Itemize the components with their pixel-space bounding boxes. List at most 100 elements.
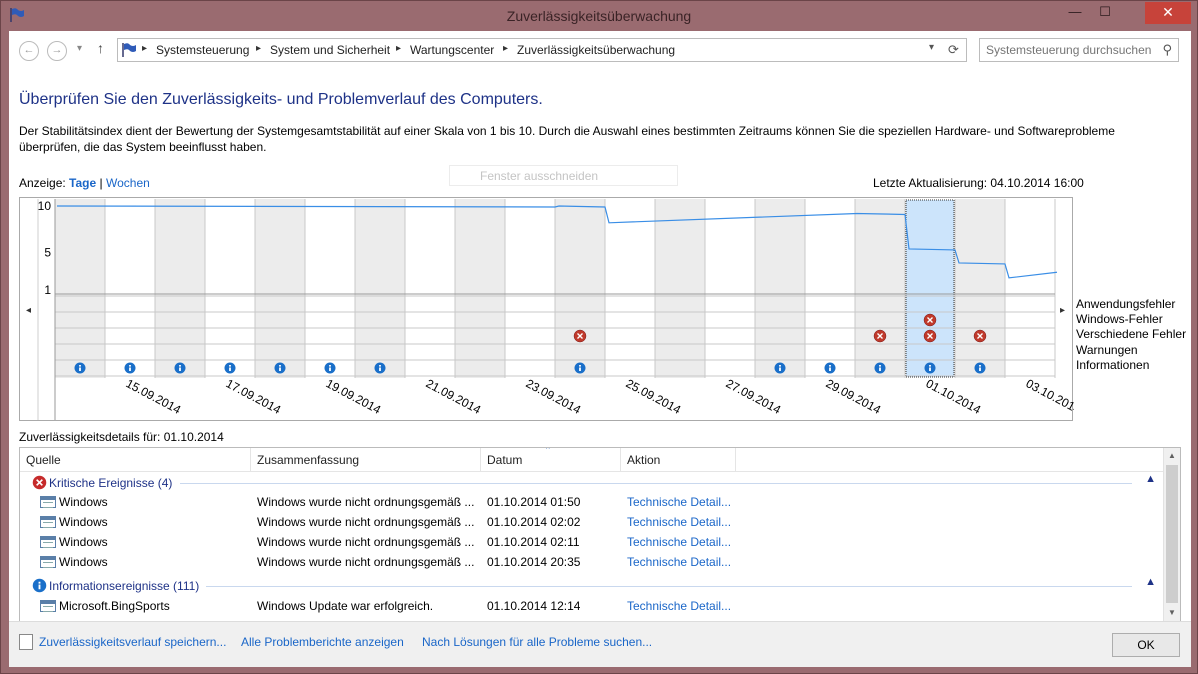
cell-source: Windows	[59, 515, 108, 529]
breadcrumb-separator-icon: ▸	[503, 43, 509, 54]
breadcrumb-zuverlaessigkeitsueberwachung[interactable]: Zuverlässigkeitsüberwachung	[517, 43, 675, 57]
close-button[interactable]: ✕	[1145, 2, 1191, 24]
cell-summary: Windows wurde nicht ordnungsgemäß ...	[257, 555, 475, 569]
window: Zuverlässigkeitsüberwachung — ☐ ✕ ← → ▾ …	[0, 0, 1198, 674]
day-column-shade	[255, 199, 305, 378]
stability-chart-svg[interactable]: 10 5 1 ◂ ▸ 15.09.2014 17.09.2014 19.09.2014 21.0…	[20, 198, 1074, 422]
event-log-icon	[40, 556, 56, 568]
y-tick-label: 10	[38, 199, 52, 213]
cell-summary: Windows wurde nicht ordnungsgemäß ...	[257, 495, 475, 509]
table-row[interactable]: Windows Windows wurde nicht ordnungsgemä…	[20, 552, 1164, 572]
technical-details-link[interactable]: Technische Detail...	[627, 555, 731, 569]
day-column-shade	[455, 199, 505, 378]
breadcrumb-system-und-sicherheit[interactable]: System und Sicherheit	[270, 43, 390, 57]
cell-date: 01.10.2014 02:02	[487, 515, 581, 529]
column-header-summary[interactable]: Zusammenfassung	[257, 453, 359, 467]
view-days-link[interactable]: Tage	[69, 176, 96, 190]
scroll-right-icon[interactable]: ▸	[1060, 305, 1065, 316]
find-solutions-link[interactable]: Nach Lösungen für alle Probleme suchen..…	[422, 635, 652, 649]
day-column-shade	[755, 199, 805, 378]
group-critical-events[interactable]: Kritische Ereignisse (4) ▲	[20, 472, 1164, 494]
navigation-bar: ← → ▾ ↑ ▸ Systemsteuerung ▸ System und S…	[9, 31, 1191, 69]
up-button[interactable]: ↑	[97, 40, 104, 56]
info-event-icon-stem	[329, 367, 331, 371]
view-weeks-link[interactable]: Wochen	[106, 176, 150, 190]
address-bar[interactable]: ▸ Systemsteuerung ▸ System und Sicherhei…	[117, 38, 967, 62]
day-column-shade	[955, 199, 1005, 378]
client-area: ← → ▾ ↑ ▸ Systemsteuerung ▸ System und S…	[9, 31, 1191, 667]
group-information-events[interactable]: Informationsereignisse (111) ▲	[20, 575, 1164, 597]
info-icon	[32, 578, 47, 593]
cell-date: 01.10.2014 12:14	[487, 599, 581, 613]
info-event-icon-stem	[929, 367, 931, 371]
error-icon	[32, 475, 47, 490]
back-button[interactable]: ←	[19, 41, 39, 61]
table-row[interactable]: Windows Windows wurde nicht ordnungsgemä…	[20, 512, 1164, 532]
info-event-icon-stem	[79, 367, 81, 371]
breadcrumb-wartungscenter[interactable]: Wartungscenter	[410, 43, 494, 57]
legend-misc-failures: Verschiedene Fehler	[1076, 327, 1187, 342]
y-tick-label: 5	[44, 246, 51, 260]
day-column-shade	[355, 199, 405, 378]
table-row[interactable]: Windows Windows wurde nicht ordnungsgemä…	[20, 532, 1164, 552]
column-header-source[interactable]: Quelle	[26, 453, 61, 467]
info-event-icon-dot	[329, 365, 331, 367]
all-reports-link[interactable]: Alle Problemberichte anzeigen	[241, 635, 404, 649]
address-dropdown-icon[interactable]: ▾	[929, 42, 934, 53]
column-header-action[interactable]: Aktion	[627, 453, 660, 467]
info-event-icon-dot	[179, 365, 181, 367]
collapse-chevron-icon[interactable]: ▲	[1145, 576, 1156, 588]
search-box[interactable]: ⚲	[979, 38, 1179, 62]
technical-details-link[interactable]: Technische Detail...	[627, 535, 731, 549]
details-table: ^ Quelle Zusammenfassung Datum Aktion Kr…	[19, 447, 1181, 622]
event-log-icon	[40, 516, 56, 528]
day-column-shade	[555, 199, 605, 378]
scroll-thumb[interactable]	[1166, 465, 1178, 603]
control-panel-flag-icon	[122, 43, 136, 57]
table-row[interactable]: Windows Windows wurde nicht ordnungsgemä…	[20, 492, 1164, 512]
forward-button[interactable]: →	[47, 41, 67, 61]
save-document-icon	[19, 634, 33, 650]
technical-details-link[interactable]: Technische Detail...	[627, 515, 731, 529]
table-header: ^ Quelle Zusammenfassung Datum Aktion	[20, 448, 1164, 472]
maximize-button[interactable]: ☐	[1091, 2, 1119, 24]
minimize-button[interactable]: —	[1061, 2, 1089, 24]
search-icon[interactable]: ⚲	[1162, 42, 1172, 58]
search-input[interactable]	[986, 43, 1151, 57]
info-event-icon-dot	[229, 365, 231, 367]
breadcrumb-separator-icon: ▸	[396, 43, 402, 54]
collapse-chevron-icon[interactable]: ▲	[1145, 473, 1156, 485]
technical-details-link[interactable]: Technische Detail...	[627, 599, 731, 613]
cell-source: Windows	[59, 535, 108, 549]
title-bar[interactable]: Zuverlässigkeitsüberwachung — ☐ ✕	[1, 1, 1197, 31]
ok-button[interactable]: OK	[1112, 633, 1180, 657]
info-event-icon-dot	[129, 365, 131, 367]
recent-pages-chevron-icon[interactable]: ▾	[77, 43, 82, 54]
info-event-icon-stem	[879, 367, 881, 371]
info-event-icon-dot	[79, 365, 81, 367]
cell-date: 01.10.2014 02:11	[487, 535, 580, 549]
technical-details-link[interactable]: Technische Detail...	[627, 495, 731, 509]
stability-chart[interactable]: 10 5 1 ◂ ▸ 15.09.2014 17.09.2014 19.09.2014 21.0…	[19, 197, 1074, 422]
info-event-icon-dot	[979, 365, 981, 367]
cell-source: Windows	[59, 555, 108, 569]
info-event-icon-dot	[929, 365, 931, 367]
cell-summary: Windows Update war erfolgreich.	[257, 599, 434, 613]
table-scrollbar[interactable]: ▲ ▼	[1163, 448, 1180, 621]
x-tick-label: 29.09.2014	[824, 376, 884, 417]
event-log-icon	[40, 536, 56, 548]
save-history-link[interactable]: Zuverlässigkeitsverlauf speichern...	[39, 635, 226, 649]
info-event-icon-stem	[979, 367, 981, 371]
scroll-up-icon[interactable]: ▲	[1164, 448, 1180, 464]
legend-windows-failures: Windows-Fehler	[1076, 312, 1163, 327]
refresh-button[interactable]: ⟳	[941, 38, 967, 62]
table-row[interactable]: Microsoft.BingSports Windows Update war …	[20, 596, 1164, 616]
view-selector: Anzeige: Tage | Wochen	[19, 176, 150, 190]
breadcrumb-systemsteuerung[interactable]: Systemsteuerung	[156, 43, 249, 57]
x-tick-label: 19.09.2014	[324, 376, 384, 417]
info-event-icon-dot	[279, 365, 281, 367]
column-header-date[interactable]: Datum	[487, 453, 522, 467]
event-log-icon	[40, 496, 56, 508]
scroll-down-icon[interactable]: ▼	[1164, 605, 1180, 621]
scroll-left-icon[interactable]: ◂	[26, 305, 31, 316]
